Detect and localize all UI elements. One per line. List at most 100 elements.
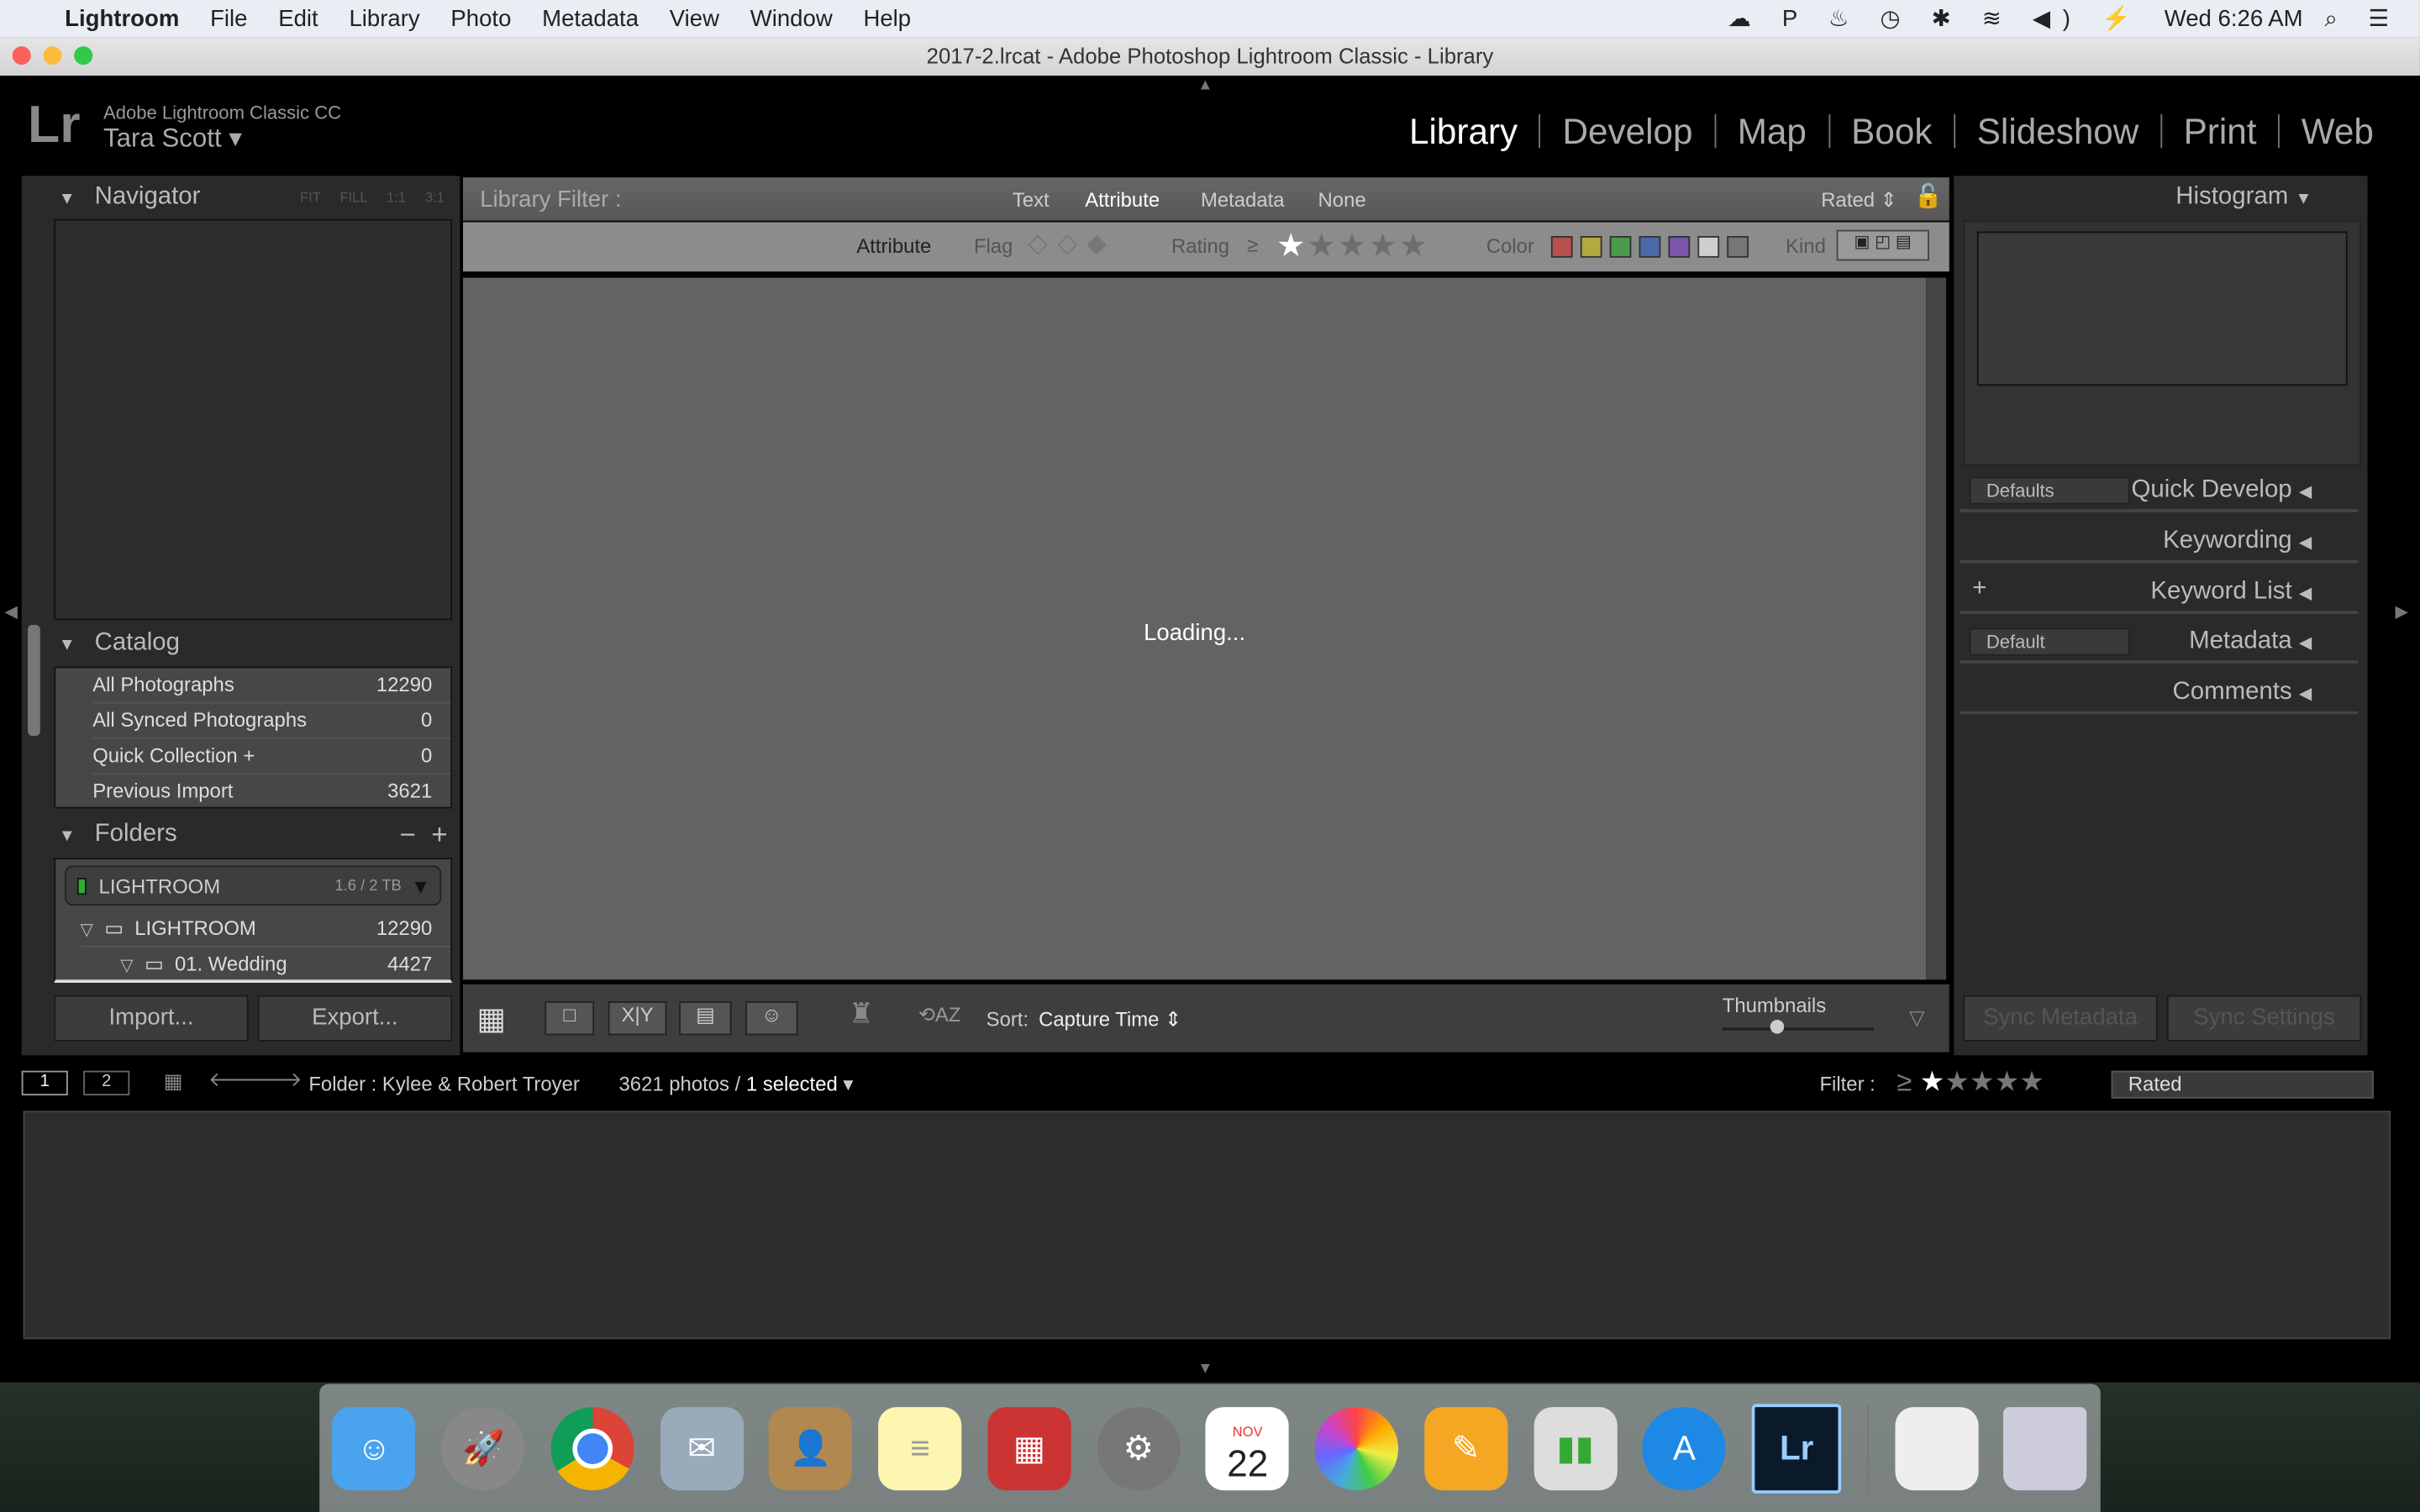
menu-window[interactable]: Window — [750, 5, 833, 31]
filmstrip-filter-select[interactable]: Rated — [2111, 1070, 2374, 1099]
module-book[interactable]: Book — [1828, 113, 1954, 149]
bottom-panel-toggle-icon[interactable]: ▼ — [1197, 1361, 1213, 1378]
right-panel-toggle-icon[interactable]: ▶ — [2396, 601, 2409, 622]
lock-icon[interactable]: 🔓 — [1914, 182, 1943, 210]
keyword-list-header[interactable]: Keyword List ◀ — [1960, 574, 2359, 615]
folders-header[interactable]: ▼ Folders − + — [59, 816, 448, 853]
compare-view-button[interactable]: X|Y — [608, 1001, 667, 1036]
left-panel-toggle-icon[interactable]: ◀ — [5, 601, 18, 622]
menu-help[interactable]: Help — [863, 5, 911, 31]
module-web[interactable]: Web — [2278, 113, 2395, 149]
survey-view-button[interactable]: ▤ — [679, 1001, 732, 1036]
catalog-item[interactable]: All Photographs 12290 — [92, 668, 451, 704]
filmstrip-source[interactable]: Folder : Kylee & Robert Troyer — [308, 1073, 579, 1096]
left-scrollbar[interactable] — [28, 624, 40, 737]
histogram-header[interactable]: Histogram ▼ — [1960, 179, 2359, 216]
launchpad-icon[interactable]: 🚀 — [441, 1406, 525, 1490]
rating-operator[interactable]: ≥ — [1247, 233, 1258, 256]
zoom-button[interactable] — [74, 46, 93, 66]
trash-icon[interactable] — [2003, 1406, 2087, 1490]
quick-develop-preset-select[interactable]: Defaults — [1969, 476, 2130, 505]
color-label-swatch[interactable] — [1639, 235, 1661, 257]
zoom-1-1[interactable]: 1:1 — [387, 190, 406, 205]
zoom-3-1[interactable]: 3:1 — [425, 190, 445, 205]
chrome-icon[interactable] — [550, 1406, 634, 1490]
color-label-swatch[interactable] — [1727, 235, 1749, 257]
module-map[interactable]: Map — [1714, 113, 1828, 149]
lightroom-icon[interactable]: Lr — [1751, 1403, 1842, 1494]
main-window-button[interactable]: 1 — [21, 1070, 68, 1096]
user-name[interactable]: Tara Scott ▾ — [103, 123, 242, 155]
navigator-preview[interactable] — [54, 218, 453, 621]
menu-edit[interactable]: Edit — [278, 5, 318, 31]
keywording-header[interactable]: Keywording ◀ — [1960, 523, 2359, 564]
notes-icon[interactable]: ≡ — [878, 1406, 962, 1490]
thumbnail-size-slider[interactable] — [1722, 1027, 1874, 1031]
sort-direction-icon[interactable]: ⟲AZ — [918, 1003, 961, 1027]
spotlight-icon[interactable]: ⌕ — [2324, 5, 2337, 31]
flag-icons[interactable]: ◇◇◆ — [1028, 228, 1116, 260]
navigator-header[interactable]: ▼ Navigator FIT FILL 1:1 3:1 — [59, 179, 454, 216]
comments-header[interactable]: Comments ◀ — [1960, 675, 2359, 715]
menu-metadata[interactable]: Metadata — [542, 5, 639, 31]
filter-tab-attribute[interactable]: Attribute — [1085, 188, 1160, 212]
photo-count[interactable]: 3621 photos / 1 selected ▾ — [619, 1073, 854, 1097]
catalog-header[interactable]: ▼ Catalog — [59, 625, 180, 662]
menu-view[interactable]: View — [670, 5, 719, 31]
contacts-icon[interactable]: 👤 — [769, 1406, 853, 1490]
module-develop[interactable]: Develop — [1539, 113, 1714, 149]
numbers-icon[interactable]: ▮▮ — [1533, 1406, 1618, 1490]
export-button[interactable]: Export... — [257, 995, 453, 1042]
folder-item[interactable]: ▽ ▭ LIGHTROOM 12290 — [80, 911, 451, 948]
color-label-swatch[interactable] — [1668, 235, 1691, 257]
zoom-fit[interactable]: FIT — [300, 190, 321, 205]
calendar-icon[interactable]: NOV 22 — [1206, 1406, 1290, 1490]
menu-photo[interactable]: Photo — [450, 5, 511, 31]
filter-tab-metadata[interactable]: Metadata — [1201, 188, 1285, 212]
minimize-button[interactable] — [43, 46, 62, 66]
grid-view[interactable]: Loading... — [463, 277, 1927, 980]
people-view-button[interactable]: ☺ — [745, 1001, 798, 1036]
rating-stars[interactable]: ★★★★★ — [1276, 227, 1429, 265]
grid-scrollbar[interactable] — [1926, 277, 1947, 980]
filmstrip[interactable] — [23, 1110, 2391, 1340]
filter-tab-none[interactable]: None — [1318, 188, 1366, 212]
secondary-window-button[interactable]: 2 — [83, 1070, 130, 1096]
clock[interactable]: Wed 6:26 AM — [2165, 5, 2303, 31]
mail-icon[interactable]: ✉ — [660, 1406, 744, 1490]
module-print[interactable]: Print — [2160, 113, 2278, 149]
menu-file[interactable]: File — [210, 5, 247, 31]
module-library[interactable]: Library — [1387, 113, 1539, 149]
system-preferences-icon[interactable]: ⚙ — [1097, 1406, 1181, 1490]
grid-view-button[interactable]: ▦ — [477, 1000, 507, 1038]
add-keyword-icon[interactable]: + — [1972, 575, 1986, 603]
painter-icon[interactable]: ♜ — [849, 998, 874, 1031]
filmstrip-rating-stars[interactable]: ≥ ★★★★★ — [1897, 1066, 2044, 1099]
close-button[interactable] — [12, 46, 31, 66]
pages-icon[interactable]: ✎ — [1424, 1406, 1508, 1490]
module-slideshow[interactable]: Slideshow — [1954, 113, 2160, 149]
sync-settings-button[interactable]: Sync Settings — [2166, 995, 2362, 1042]
metadata-preset-select[interactable]: Default — [1969, 627, 2130, 656]
color-label-swatch[interactable] — [1609, 235, 1632, 257]
folder-item[interactable]: ▽ ▭ 01. Wedding 4427 — [120, 948, 450, 981]
color-label-swatch[interactable] — [1550, 235, 1573, 257]
loupe-view-button[interactable]: □ — [544, 1001, 595, 1036]
photos-icon[interactable] — [1315, 1406, 1399, 1490]
sort-select[interactable]: Capture Time ⇕ — [1039, 1007, 1181, 1032]
photo-booth-icon[interactable]: ▦ — [987, 1406, 1071, 1490]
catalog-item[interactable]: All Synced Photographs 0 — [92, 704, 451, 739]
sync-metadata-button[interactable]: Sync Metadata — [1963, 995, 2158, 1042]
filter-tab-text[interactable]: Text — [1013, 188, 1050, 212]
status-icons[interactable]: ☁ P ♨ ◷ ✱ ≋ ◀) ⚡ — [1728, 5, 2143, 32]
slider-handle[interactable] — [1770, 1020, 1785, 1034]
volume-row[interactable]: LIGHTROOM 1.6 / 2 TB ▼ — [65, 865, 442, 906]
toolbar-menu-chevron-icon[interactable]: ▽ — [1909, 1006, 1924, 1031]
zoom-fill[interactable]: FILL — [340, 190, 367, 205]
finder-icon[interactable]: ☺ — [332, 1406, 416, 1490]
top-panel-toggle-icon[interactable]: ▲ — [1197, 77, 1213, 94]
add-remove-folder-icons[interactable]: − + — [400, 816, 448, 853]
app-store-icon[interactable]: A — [1642, 1406, 1727, 1490]
catalog-item[interactable]: Previous Import 3621 — [92, 774, 450, 808]
notification-center-icon[interactable]: ☰ — [2369, 5, 2390, 32]
